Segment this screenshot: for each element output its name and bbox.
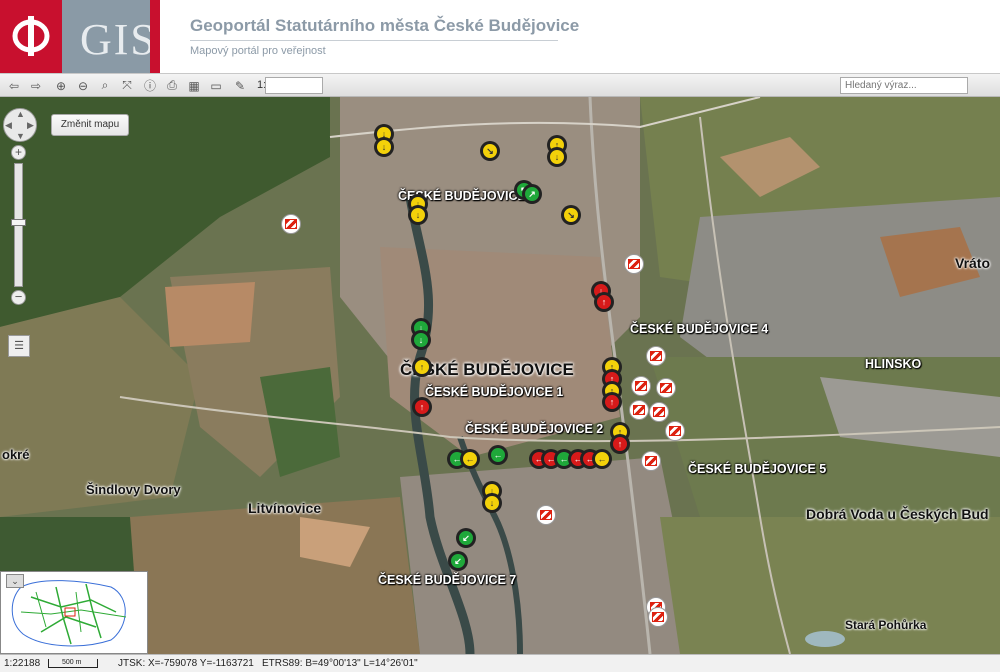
zoom-slider-thumb[interactable] [11, 219, 26, 226]
traffic-marker-yellow[interactable]: ↘ [563, 207, 579, 223]
map-label: Litvínovice [248, 500, 322, 516]
chevron-down-icon[interactable]: ⌄ [6, 574, 24, 588]
zoom-out-button[interactable]: − [11, 290, 26, 305]
traffic-marker-red[interactable]: ↑ [414, 399, 430, 415]
map-label: HLINSKO [865, 357, 922, 371]
zoom-in-icon[interactable]: ⊕ [52, 77, 70, 94]
logo-red-stripe [150, 0, 160, 73]
gis-logo-text: GIS [80, 15, 157, 64]
jtsk-coordinates: JTSK: X=-759078 Y=-1163721 [118, 658, 254, 669]
etrs-coordinates: ETRS89: B=49°00'13" L=14°26'01" [262, 658, 418, 669]
roadwork-marker[interactable] [649, 402, 669, 422]
arrow-right-icon[interactable]: ⇨ [27, 77, 45, 94]
roadwork-marker[interactable] [536, 505, 556, 525]
phi-logo-icon [12, 16, 50, 56]
gis-logo: GIS [62, 0, 160, 73]
traffic-marker-red[interactable]: ↑ [604, 394, 620, 410]
layers-icon[interactable]: ☰ [8, 335, 30, 357]
measure-icon[interactable]: ▭ [207, 77, 225, 94]
scalebar-label: 500 m [62, 659, 82, 666]
map-viewport[interactable]: ČESKÉ BUDĚJOVICE 3 ČESKÉ BUDĚJOVICE 4 ČE… [0, 97, 1000, 654]
legend-icon[interactable]: ▦ [185, 77, 203, 94]
traffic-marker-green[interactable]: ↙ [450, 553, 466, 569]
map-label: ČESKÉ BUDĚJOVICE 7 [378, 573, 517, 587]
print-icon[interactable]: ⎙ [163, 77, 181, 94]
arrow-left-icon[interactable]: ⇦ [5, 77, 23, 94]
traffic-marker-yellow[interactable]: ↑ [414, 359, 430, 375]
traffic-marker-red[interactable]: ↑ [596, 294, 612, 310]
info-icon[interactable]: ⓘ [141, 77, 159, 94]
change-map-button[interactable]: Změnit mapu [51, 114, 129, 136]
scale-readout: 1:22188 [4, 658, 41, 669]
map-label: Vráto [955, 255, 991, 271]
settings-icon[interactable]: ✎ [231, 77, 249, 94]
roadwork-marker[interactable] [656, 378, 676, 398]
map-label: Stará Pohůrka [845, 618, 927, 632]
page-subtitle: Mapový portál pro veřejnost [190, 45, 326, 57]
scale-input[interactable] [265, 77, 323, 94]
traffic-marker-yellow[interactable]: ↓ [484, 495, 500, 511]
traffic-marker-yellow[interactable]: ↓ [376, 139, 392, 155]
traffic-marker-green[interactable]: ↗ [524, 186, 540, 202]
map-label: Šindlovy Dvory [86, 482, 181, 497]
search-input[interactable] [840, 77, 968, 94]
roadwork-marker[interactable] [281, 214, 301, 234]
city-logo [0, 0, 62, 73]
traffic-marker-green[interactable]: ↓ [413, 332, 429, 348]
map-label: ČESKÉ BUDĚJOVICE 4 [630, 322, 769, 336]
pan-left-icon[interactable]: ◀ [5, 120, 12, 131]
pan-down-icon[interactable]: ▼ [16, 131, 25, 141]
map-label: ČESKÉ BUDĚJOVICE 5 [688, 462, 827, 476]
map-toolbar: ⇦ ⇨ ⊕ ⊖ ⌕ ⤧ ⓘ ⎙ ▦ ▭ ✎ 1: [0, 73, 1000, 97]
traffic-marker-yellow[interactable]: ← [594, 451, 610, 467]
roadwork-marker[interactable] [665, 421, 685, 441]
traffic-marker-green[interactable]: ← [490, 447, 506, 463]
zoom-out-icon[interactable]: ⊖ [74, 77, 92, 94]
roadwork-marker[interactable] [648, 607, 668, 627]
traffic-marker-red[interactable]: ↑ [612, 436, 628, 452]
full-extent-icon[interactable]: ⤧ [118, 77, 136, 94]
roadwork-marker[interactable] [631, 376, 651, 396]
traffic-marker-yellow[interactable]: ↓ [549, 149, 565, 165]
title-divider [190, 40, 558, 41]
map-label: ČESKÉ BUDĚJOVICE 2 [465, 422, 604, 436]
traffic-marker-yellow[interactable]: ← [462, 451, 478, 467]
pan-up-icon[interactable]: ▲ [16, 109, 25, 119]
map-label: Dobrá Voda u Českých Bud [806, 506, 989, 522]
map-label: ČESKÉ BUDĚJOVICE 1 [425, 385, 564, 399]
roadwork-marker[interactable] [629, 400, 649, 420]
status-bar: 1:22188 500 m JTSK: X=-759078 Y=-1163721… [0, 654, 1000, 672]
roadwork-marker[interactable] [624, 254, 644, 274]
page-title: Geoportál Statutárního města České Buděj… [190, 16, 580, 35]
traffic-marker-green[interactable]: ↙ [458, 530, 474, 546]
zoom-search-icon[interactable]: ⌕ [96, 77, 114, 94]
roadwork-marker[interactable] [646, 346, 666, 366]
map-label: okré [2, 447, 30, 462]
roadwork-marker[interactable] [641, 451, 661, 471]
pan-right-icon[interactable]: ▶ [27, 120, 34, 131]
traffic-marker-yellow[interactable]: ↘ [482, 143, 498, 159]
traffic-marker-yellow[interactable]: ↓ [410, 207, 426, 223]
header: GIS Geoportál Statutárního města České B… [0, 0, 1000, 73]
pan-control[interactable]: ▲ ▼ ◀ ▶ [3, 108, 37, 142]
zoom-in-button[interactable]: + [11, 145, 26, 160]
